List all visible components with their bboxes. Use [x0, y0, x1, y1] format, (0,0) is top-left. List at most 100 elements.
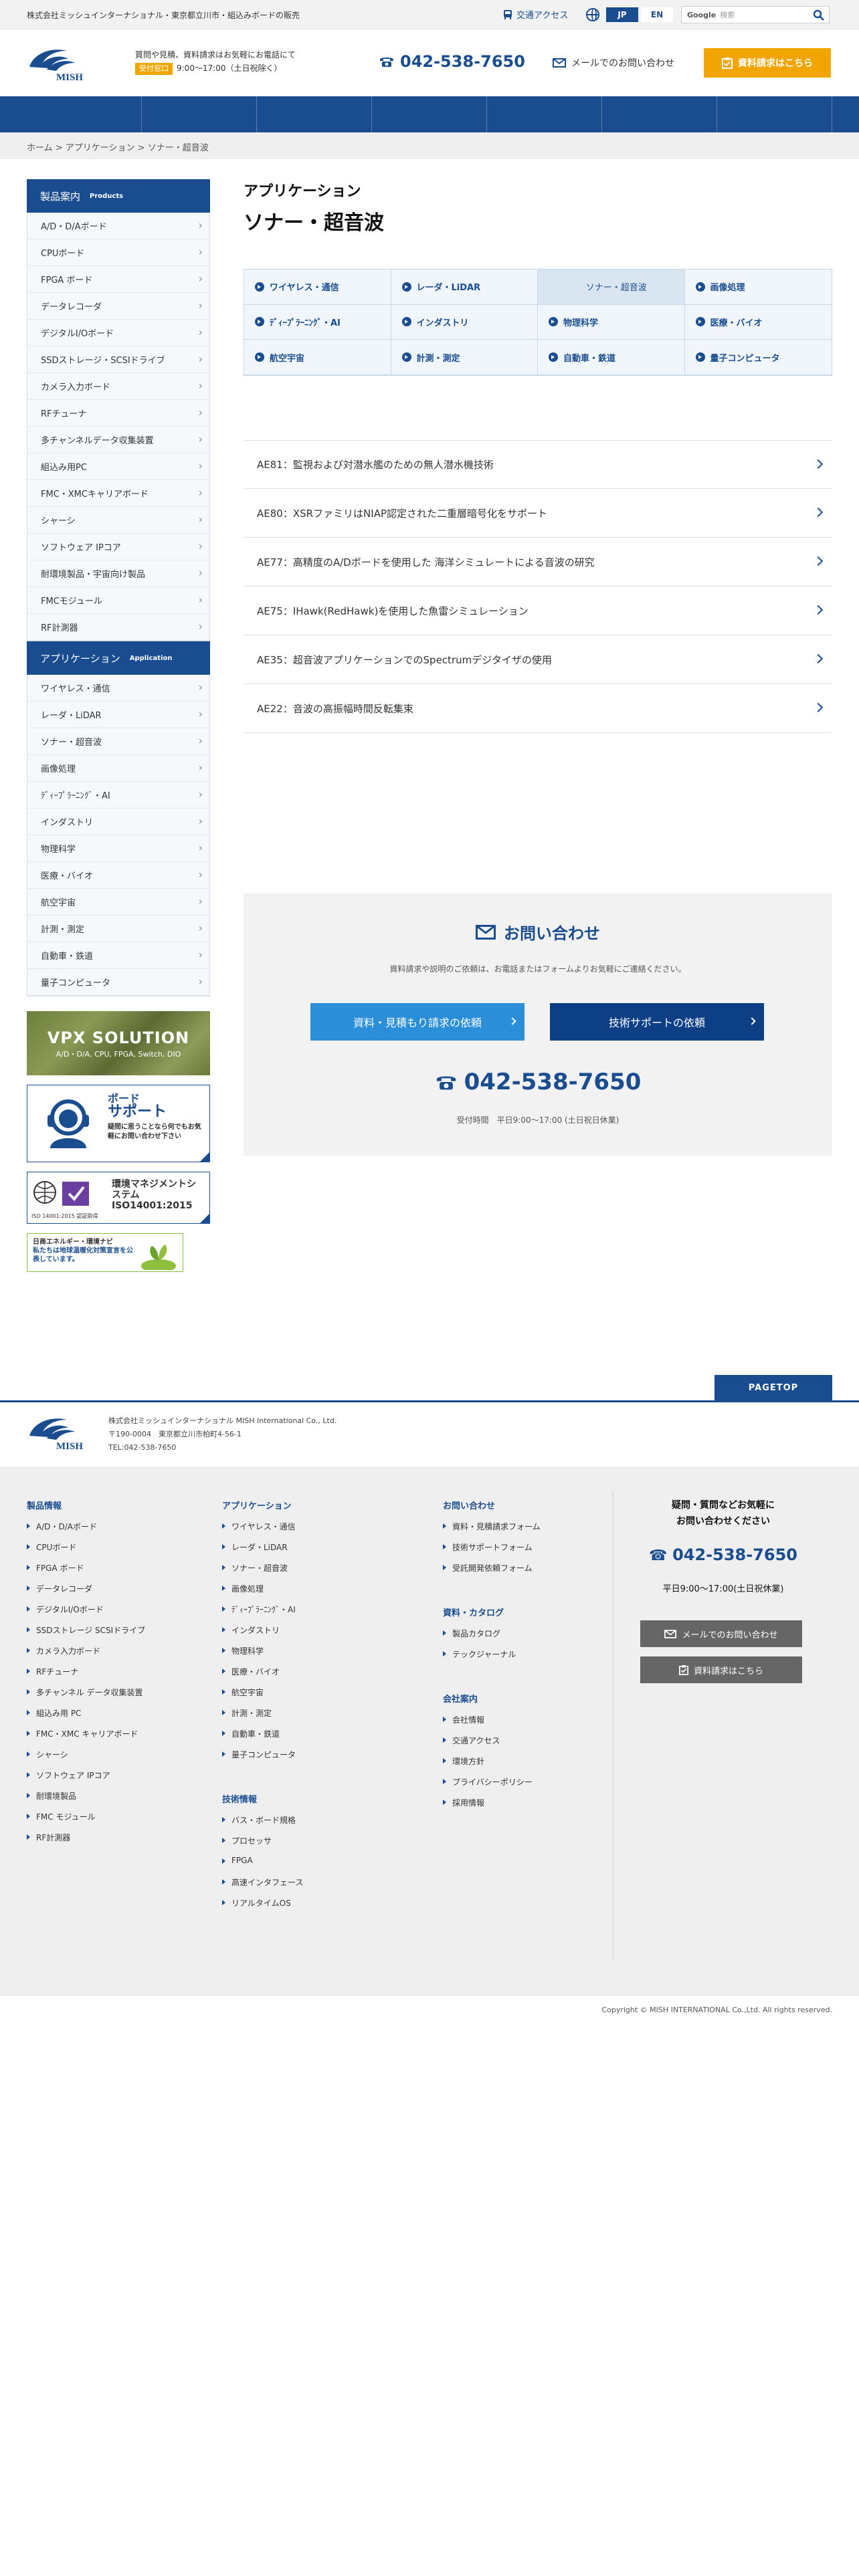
footer-phone[interactable]: ☎ 042-538-7650: [613, 1545, 833, 1564]
footer-link-tech[interactable]: リアルタイムOS: [222, 1897, 303, 1918]
article-item[interactable]: AE22：音波の高振幅時間反転集束: [244, 684, 832, 733]
footer-link-catalog[interactable]: テックジャーナル: [443, 1648, 541, 1669]
sidebar-product-item[interactable]: A/D・D/Aボード: [27, 213, 209, 239]
sidebar-app-item[interactable]: 航空宇宙: [27, 889, 209, 916]
sidebar-product-item[interactable]: FPGA ボード: [27, 266, 209, 293]
nav-item[interactable]: [257, 96, 372, 132]
footer-link-apps[interactable]: 画像処理: [222, 1583, 303, 1604]
app-grid-cell[interactable]: インダストリ: [391, 304, 538, 340]
footer-link-company[interactable]: 会社情報: [443, 1714, 541, 1735]
footer-link-tech[interactable]: プロセッサ: [222, 1835, 303, 1856]
search-input[interactable]: Google 検索: [681, 6, 830, 23]
footer-link-apps[interactable]: ﾃﾞｨｰﾌﾟﾗｰﾆﾝｸﾞ・AI: [222, 1604, 303, 1624]
header-phone[interactable]: 042-538-7650: [379, 52, 525, 71]
sidebar-product-item[interactable]: ソフトウェア IPコア: [27, 534, 209, 560]
footer-link-products[interactable]: SSDストレージ SCSIドライブ: [27, 1624, 145, 1645]
iso-banner[interactable]: ISO 14001:2015 認証取得 環境マネジメントシステム ISO1400…: [27, 1172, 210, 1224]
sidebar-app-item[interactable]: ソナー・超音波: [27, 728, 209, 755]
site-logo[interactable]: MISH: [27, 43, 94, 86]
footer-link-company[interactable]: プライバシーポリシー: [443, 1776, 541, 1797]
quote-request-button[interactable]: 資料・見積もり請求の依頼: [310, 1003, 524, 1041]
app-grid-cell[interactable]: 航空宇宙: [244, 340, 391, 375]
sidebar-product-item[interactable]: データレコーダ: [27, 293, 209, 320]
sidebar-app-item[interactable]: 物理科学: [27, 835, 209, 862]
sidebar-app-item[interactable]: インダストリ: [27, 809, 209, 835]
nav-item[interactable]: [27, 96, 142, 132]
nav-item[interactable]: [717, 96, 832, 132]
sidebar-app-item[interactable]: 画像処理: [27, 755, 209, 782]
footer-link-products[interactable]: デジタルI/Oボード: [27, 1604, 145, 1624]
board-support-banner[interactable]: ボード サポート 疑問に思うことなら何でもお気軽にお問い合わせ下さい: [27, 1085, 210, 1162]
app-grid-cell[interactable]: 量子コンピュータ: [684, 340, 832, 375]
nav-item[interactable]: [602, 96, 717, 132]
footer-link-products[interactable]: FMC モジュール: [27, 1811, 145, 1832]
footer-link-apps[interactable]: 自動車・鉄道: [222, 1728, 303, 1749]
app-grid-cell[interactable]: 計測・測定: [391, 340, 538, 375]
footer-link-apps[interactable]: 量子コンピュータ: [222, 1749, 303, 1769]
footer-link-products[interactable]: FPGA ボード: [27, 1562, 145, 1583]
lang-en-button[interactable]: EN: [641, 7, 673, 22]
footer-link-products[interactable]: ソフトウェア IPコア: [27, 1769, 145, 1790]
nav-item[interactable]: [487, 96, 602, 132]
app-grid-cell[interactable]: ワイヤレス・通信: [244, 270, 391, 305]
footer-link-contact[interactable]: 受託開発依頼フォーム: [443, 1562, 541, 1583]
footer-link-contact[interactable]: 資料・見積請求フォーム: [443, 1521, 541, 1541]
sidebar-product-item[interactable]: カメラ入力ボード: [27, 373, 209, 400]
footer-link-products[interactable]: RFチューナ: [27, 1666, 145, 1687]
sidebar-app-item[interactable]: 自動車・鉄道: [27, 942, 209, 969]
sidebar-product-item[interactable]: RFチューナ: [27, 400, 209, 427]
search-icon[interactable]: [813, 9, 825, 21]
footer-link-tech[interactable]: FPGA: [222, 1856, 303, 1876]
app-grid-cell[interactable]: ﾃﾞｨｰﾌﾟﾗｰﾆﾝｸﾞ・AI: [244, 304, 391, 340]
sidebar-product-item[interactable]: デジタルI/Oボード: [27, 320, 209, 346]
doc-request-button[interactable]: 資料請求はこちら: [704, 48, 831, 78]
nav-item[interactable]: [372, 96, 487, 132]
article-item[interactable]: AE80：XSRファミリはNIAP認定された二重層暗号化をサポート: [244, 489, 832, 538]
sidebar-product-item[interactable]: 多チャンネルデータ収集装置: [27, 427, 209, 453]
sidebar-product-item[interactable]: 耐環境製品・宇宙向け製品: [27, 560, 209, 587]
access-link[interactable]: 交通アクセス: [503, 8, 568, 21]
sidebar-app-item[interactable]: レーダ・LiDAR: [27, 702, 209, 728]
app-grid-cell[interactable]: ソナー・超音波: [538, 270, 685, 305]
sidebar-app-item[interactable]: 計測・測定: [27, 916, 209, 942]
app-grid-cell[interactable]: レーダ・LiDAR: [391, 270, 538, 305]
sidebar-app-item[interactable]: ワイヤレス・通信: [27, 675, 209, 702]
footer-link-tech[interactable]: 高速インタフェース: [222, 1876, 303, 1897]
footer-link-apps[interactable]: ソナー・超音波: [222, 1562, 303, 1583]
footer-link-catalog[interactable]: 製品カタログ: [443, 1628, 541, 1648]
sidebar-product-item[interactable]: SSDストレージ・SCSIドライブ: [27, 346, 209, 373]
footer-mail-button[interactable]: メールでのお問い合わせ: [640, 1620, 802, 1647]
breadcrumb-home[interactable]: ホーム: [27, 143, 53, 153]
app-grid-cell[interactable]: 自動車・鉄道: [538, 340, 685, 375]
footer-link-apps[interactable]: インダストリ: [222, 1624, 303, 1645]
app-grid-cell[interactable]: 画像処理: [684, 270, 832, 305]
article-item[interactable]: AE35：超音波アプリケーションでのSpectrumデジタイザの使用: [244, 635, 832, 684]
pagetop-button[interactable]: PAGETOP: [714, 1375, 832, 1400]
article-item[interactable]: AE77：高精度のA/Dボードを使用した 海洋シミュレートによる音波の研究: [244, 538, 832, 586]
nav-item[interactable]: [142, 96, 257, 132]
footer-link-products[interactable]: 多チャンネル データ収集装置: [27, 1687, 145, 1707]
footer-doc-button[interactable]: 資料請求はこちら: [640, 1656, 802, 1683]
vpx-solution-banner[interactable]: VPX SOLUTION A/D・D/A, CPU, FPGA, Switch,…: [27, 1011, 210, 1075]
article-item[interactable]: AE81：監視および対潜水艦のための無人潜水機技術: [244, 440, 832, 489]
footer-link-products[interactable]: 耐環境製品: [27, 1790, 145, 1811]
app-grid-cell[interactable]: 医療・バイオ: [684, 304, 832, 340]
sidebar-product-item[interactable]: シャーシ: [27, 507, 209, 534]
article-item[interactable]: AE75：IHawk(RedHawk)を使用した魚雷シミュレーション: [244, 586, 832, 635]
sidebar-product-item[interactable]: RF計測器: [27, 614, 209, 641]
footer-link-products[interactable]: 組込み用 PC: [27, 1707, 145, 1728]
app-grid-cell[interactable]: 物理科学: [538, 304, 685, 340]
footer-link-apps[interactable]: レーダ・LiDAR: [222, 1541, 303, 1562]
eco-nav-banner[interactable]: 日商エネルギー・環境ナビ 私たちは地球温暖化対策宣言を公表しています。: [27, 1233, 183, 1272]
sidebar-app-item[interactable]: ﾃﾞｨｰﾌﾟﾗｰﾆﾝｸﾞ・AI: [27, 782, 209, 809]
footer-link-products[interactable]: A/D・D/Aボード: [27, 1521, 145, 1541]
sidebar-app-item[interactable]: 量子コンピュータ: [27, 969, 209, 996]
tech-support-button[interactable]: 技術サポートの依頼: [550, 1003, 764, 1041]
breadcrumb-application[interactable]: アプリケーション: [66, 143, 135, 153]
footer-link-apps[interactable]: 航空宇宙: [222, 1687, 303, 1707]
footer-link-company[interactable]: 環境方針: [443, 1755, 541, 1776]
sidebar-app-item[interactable]: 医療・バイオ: [27, 862, 209, 889]
footer-link-company[interactable]: 採用情報: [443, 1797, 541, 1818]
footer-link-contact[interactable]: 技術サポートフォーム: [443, 1541, 541, 1562]
footer-link-products[interactable]: CPUボード: [27, 1541, 145, 1562]
